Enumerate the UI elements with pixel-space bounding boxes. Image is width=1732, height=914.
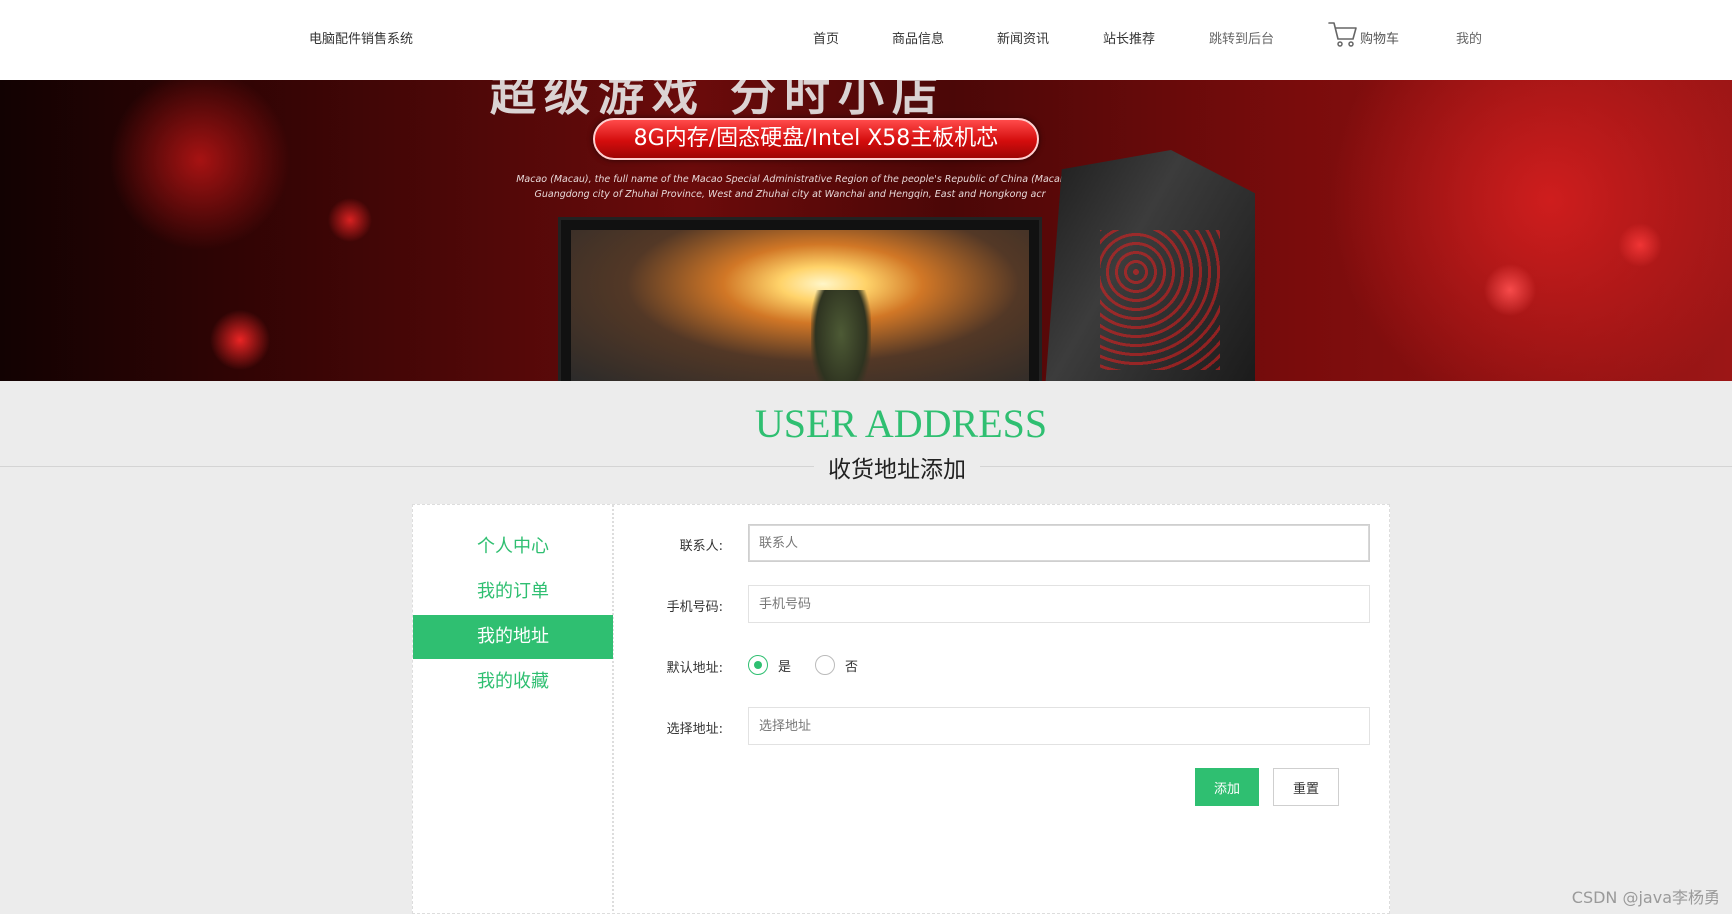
contact-input[interactable] — [748, 524, 1370, 562]
sidebar-item-profile[interactable]: 个人中心 — [413, 525, 613, 569]
nav-news[interactable]: 新闻资讯 — [997, 28, 1049, 47]
banner-monitor-image — [558, 217, 1042, 381]
cart-link[interactable]: 购物车 — [1328, 20, 1399, 48]
sidebar-item-address[interactable]: 我的地址 — [413, 615, 613, 659]
default-yes-label: 是 — [778, 659, 792, 675]
banner-spec-pill: 8G内存/固态硬盘/Intel X58主板机芯 — [593, 118, 1039, 160]
contact-label: 联系人: — [679, 539, 723, 554]
phone-label: 手机号码: — [666, 600, 723, 615]
section-title-cn: 收货地址添加 — [814, 450, 980, 484]
banner-tower-pattern — [1100, 230, 1220, 370]
address-panel: 个人中心 我的订单 我的地址 我的收藏 联系人: 手机号码: 默认地址: 是 否… — [412, 504, 1390, 914]
nav-products[interactable]: 商品信息 — [892, 28, 944, 47]
site-title[interactable]: 电脑配件销售系统 — [309, 28, 413, 47]
nav-home[interactable]: 首页 — [813, 28, 839, 47]
default-no-label: 否 — [845, 659, 859, 675]
address-select-label: 选择地址: — [666, 722, 723, 737]
cart-label: 购物车 — [1360, 32, 1400, 47]
top-navbar: 电脑配件销售系统 首页 商品信息 新闻资讯 站长推荐 跳转到后台 我的 购物车 — [0, 0, 1732, 80]
radio-unchecked-icon — [815, 655, 835, 675]
radio-checked-icon — [748, 655, 768, 675]
add-button[interactable]: 添加 — [1195, 768, 1259, 806]
nav-recommend[interactable]: 站长推荐 — [1103, 28, 1155, 47]
banner-caption: Macao (Macau), the full name of the Maca… — [505, 172, 1075, 202]
section-title-en: USER ADDRESS — [754, 401, 1048, 446]
cart-icon — [1328, 22, 1357, 47]
default-address-label: 默认地址: — [666, 661, 723, 676]
default-yes-radio[interactable]: 是 — [748, 655, 791, 675]
banner-soldier-figure — [811, 290, 871, 381]
address-select-input[interactable] — [748, 707, 1370, 745]
banner-caption-line: Guangdong city of Zhuhai Province, West … — [534, 189, 1046, 200]
sidebar-item-orders[interactable]: 我的订单 — [413, 570, 613, 614]
banner-screen — [571, 230, 1029, 381]
banner-caption-line: Macao (Macau), the full name of the Maca… — [516, 174, 1064, 185]
address-form: 联系人: 手机号码: 默认地址: 是 否 选择地址: 添加 重置 — [615, 505, 1391, 914]
default-no-radio[interactable]: 否 — [815, 655, 858, 675]
nav-mine[interactable]: 我的 — [1456, 28, 1482, 47]
hero-banner: 超级游戏 分时小店 8G内存/固态硬盘/Intel X58主板机芯 Macao … — [0, 80, 1732, 381]
watermark: CSDN @java李杨勇 — [1571, 888, 1720, 907]
phone-input[interactable] — [748, 585, 1370, 623]
user-sidebar: 个人中心 我的订单 我的地址 我的收藏 — [413, 505, 614, 914]
banner-headline: 超级游戏 分时小店 — [490, 80, 947, 121]
nav-admin[interactable]: 跳转到后台 — [1209, 28, 1274, 47]
sidebar-item-favorites[interactable]: 我的收藏 — [413, 660, 613, 704]
reset-button[interactable]: 重置 — [1273, 768, 1339, 806]
